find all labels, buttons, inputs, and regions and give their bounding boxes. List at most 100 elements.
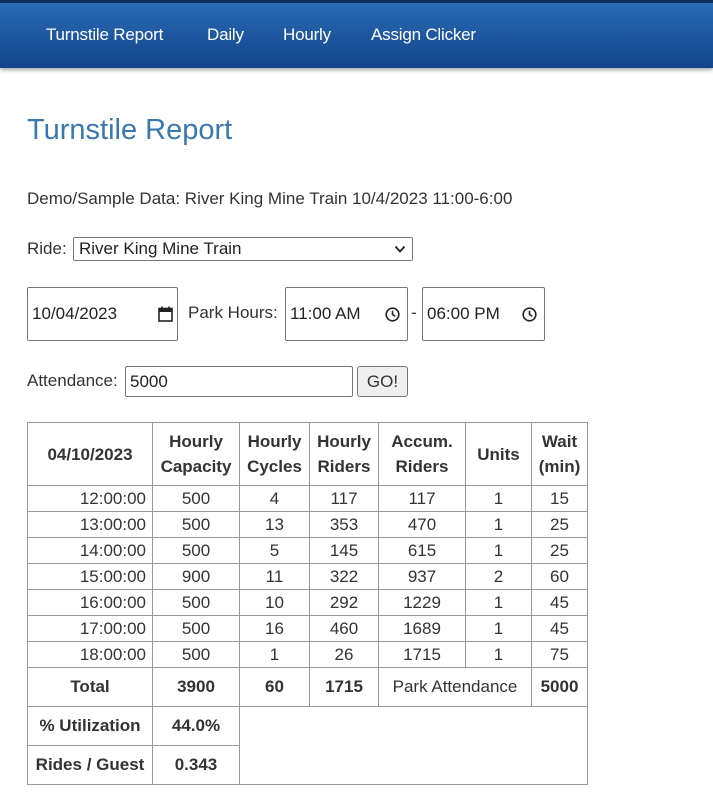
wait-cell: 25 (531, 511, 588, 538)
time-cell: 15:00:00 (27, 563, 153, 590)
table-row: 16:00:00 500 10 292 1229 1 45 (27, 589, 588, 616)
cycles-cell: 5 (239, 537, 310, 564)
riders-cell: 292 (309, 589, 379, 616)
capacity-cell: 900 (152, 563, 240, 590)
top-navbar: Turnstile Report Daily Hourly Assign Cli… (0, 0, 713, 68)
cycles-cell: 1 (239, 641, 310, 668)
total-riders: 1715 (309, 667, 379, 707)
units-cell: 1 (465, 641, 532, 668)
table-row: 12:00:00 500 4 117 117 1 15 (27, 485, 588, 512)
clock-icon[interactable] (385, 307, 400, 322)
time-cell: 14:00:00 (27, 537, 153, 564)
ride-select[interactable]: River King Mine Train (73, 237, 413, 261)
riders-cell: 145 (309, 537, 379, 564)
hourly-cycles-header: Hourly Cycles (239, 422, 310, 486)
cycles-cell: 16 (239, 615, 310, 642)
cycles-cell: 11 (239, 563, 310, 590)
total-cycles: 60 (239, 667, 310, 707)
accum-cell: 1689 (378, 615, 466, 642)
capacity-cell: 500 (152, 511, 240, 538)
capacity-cell: 500 (152, 589, 240, 616)
total-row: Total 3900 60 1715 Park Attendance 5000 (27, 667, 588, 707)
hourly-riders-header: Hourly Riders (309, 422, 379, 486)
riders-cell: 460 (309, 615, 379, 642)
wait-cell: 75 (531, 641, 588, 668)
table-row: 15:00:00 900 11 322 937 2 60 (27, 563, 588, 590)
table-row: 18:00:00 500 1 26 1715 1 75 (27, 641, 588, 668)
time-separator: - (411, 303, 417, 322)
units-cell: 2 (465, 563, 532, 590)
wait-cell: 15 (531, 485, 588, 512)
wait-cell: 45 (531, 615, 588, 642)
rides-per-guest-label: Rides / Guest (27, 745, 153, 785)
time-cell: 18:00:00 (27, 641, 153, 668)
units-cell: 1 (465, 511, 532, 538)
capacity-cell: 500 (152, 537, 240, 564)
hourly-capacity-header: Hourly Capacity (152, 422, 240, 486)
utilization-value: 44.0% (152, 706, 240, 746)
table-row: 17:00:00 500 16 460 1689 1 45 (27, 615, 588, 642)
units-cell: 1 (465, 589, 532, 616)
nav-assign-clicker[interactable]: Assign Clicker (371, 25, 476, 45)
summary-blank-area (239, 706, 588, 785)
clock-icon[interactable] (522, 307, 537, 322)
ride-label: Ride: (27, 239, 67, 258)
attendance-label: Attendance: (27, 371, 118, 390)
end-time-input[interactable]: 06:00 PM (422, 287, 545, 341)
accum-cell: 470 (378, 511, 466, 538)
demo-data-text: Demo/Sample Data: River King Mine Train … (27, 189, 513, 208)
accum-cell: 117 (378, 485, 466, 512)
time-cell: 13:00:00 (27, 511, 153, 538)
accum-cell: 1229 (378, 589, 466, 616)
riders-cell: 353 (309, 511, 379, 538)
cycles-cell: 13 (239, 511, 310, 538)
accum-cell: 615 (378, 537, 466, 564)
time-cell: 12:00:00 (27, 485, 153, 512)
nav-hourly[interactable]: Hourly (283, 25, 331, 45)
calendar-icon[interactable] (158, 306, 173, 322)
park-attendance-value: 5000 (531, 667, 588, 707)
capacity-cell: 500 (152, 615, 240, 642)
accum-riders-header: Accum. Riders (378, 422, 466, 486)
attendance-input[interactable]: 5000 (125, 366, 353, 397)
capacity-cell: 500 (152, 485, 240, 512)
park-attendance-label: Park Attendance (378, 667, 532, 707)
table-header-row: 04/10/2023 Hourly Capacity Hourly Cycles H… (27, 422, 588, 486)
date-header: 04/10/2023 (27, 422, 153, 486)
wait-header: Wait (min) (531, 422, 588, 486)
units-cell: 1 (465, 485, 532, 512)
units-cell: 1 (465, 537, 532, 564)
start-time-input[interactable]: 11:00 AM (285, 287, 408, 341)
table-row: 14:00:00 500 5 145 615 1 25 (27, 537, 588, 564)
page-title: Turnstile Report (27, 114, 233, 146)
nav-daily[interactable]: Daily (207, 25, 244, 45)
attendance-value: 5000 (130, 372, 168, 391)
wait-cell: 60 (531, 563, 588, 590)
riders-cell: 26 (309, 641, 379, 668)
units-header: Units (465, 422, 532, 486)
wait-cell: 45 (531, 589, 588, 616)
accum-cell: 1715 (378, 641, 466, 668)
utilization-row: % Utilization 44.0% (27, 706, 588, 785)
start-time-value: 11:00 AM (290, 304, 361, 323)
units-cell: 1 (465, 615, 532, 642)
date-input-value: 10/04/2023 (32, 304, 118, 323)
riders-cell: 322 (309, 563, 379, 590)
cycles-cell: 10 (239, 589, 310, 616)
turnstile-report-table: 04/10/2023 Hourly Capacity Hourly Cycles H… (27, 422, 588, 785)
cycles-cell: 4 (239, 485, 310, 512)
total-label: Total (27, 667, 153, 707)
capacity-cell: 500 (152, 641, 240, 668)
time-cell: 17:00:00 (27, 615, 153, 642)
date-input[interactable]: 10/04/2023 (27, 287, 178, 341)
total-capacity: 3900 (152, 667, 240, 707)
rides-per-guest-value: 0.343 (152, 745, 240, 785)
accum-cell: 937 (378, 563, 466, 590)
riders-cell: 117 (309, 485, 379, 512)
time-cell: 16:00:00 (27, 589, 153, 616)
go-button[interactable]: GO! (357, 366, 408, 397)
nav-turnstile-report[interactable]: Turnstile Report (46, 25, 163, 45)
table-row: 13:00:00 500 13 353 470 1 25 (27, 511, 588, 538)
utilization-label: % Utilization (27, 706, 153, 746)
end-time-value: 06:00 PM (427, 304, 500, 323)
